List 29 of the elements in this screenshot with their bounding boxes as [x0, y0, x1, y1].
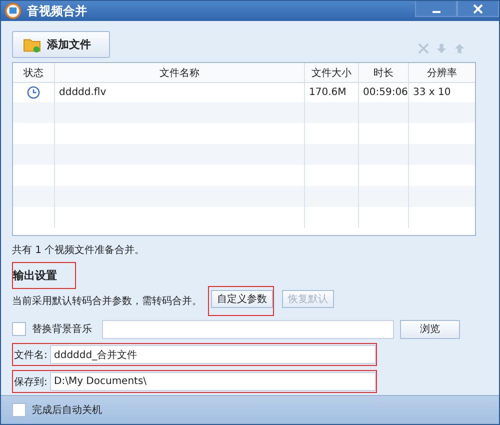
column-header: 文件大小 — [305, 63, 359, 82]
section-heading: 输出设置 — [12, 262, 76, 289]
close-icon — [473, 4, 483, 14]
minimize-icon — [432, 11, 440, 13]
shutdown-checkbox[interactable] — [12, 403, 26, 418]
field-label: 文件名: — [14, 348, 48, 362]
folder-icon — [23, 36, 41, 53]
column-header: 状态 — [13, 63, 55, 82]
column-header: 时长 — [359, 63, 409, 82]
custom-params-button[interactable]: 自定义参数 — [211, 290, 273, 308]
minimize-button[interactable] — [415, 1, 457, 17]
summary-text: 共有 1 个视频文件准备合并。 — [12, 244, 146, 258]
save-path-field[interactable]: D:\My Documents\ — [50, 372, 376, 392]
field-label: 保存到: — [14, 376, 48, 389]
note-text: 当前采用默认转码合并参数，需转码合并。 — [12, 294, 202, 308]
app-icon — [5, 3, 21, 20]
close-button[interactable] — [457, 1, 499, 17]
window-title: 音视频合并 — [27, 2, 87, 20]
music-path-field[interactable] — [102, 320, 394, 339]
file-name-field[interactable]: dddddd_合并文件 — [50, 345, 376, 364]
add-file-button[interactable]: 添加文件 — [12, 31, 110, 58]
music-checkbox[interactable] — [12, 322, 26, 336]
table-cell-text: 33 x 10 — [412, 86, 452, 100]
checkbox-label: 完成后自动关机 — [32, 404, 102, 418]
clock-icon — [27, 86, 40, 100]
column-header: 文件名称 — [55, 63, 305, 82]
browse-button[interactable]: 浏览 — [400, 320, 460, 339]
column-header: 分辨率 — [426, 66, 458, 81]
checkbox-label: 替换背景音乐 — [32, 322, 92, 336]
